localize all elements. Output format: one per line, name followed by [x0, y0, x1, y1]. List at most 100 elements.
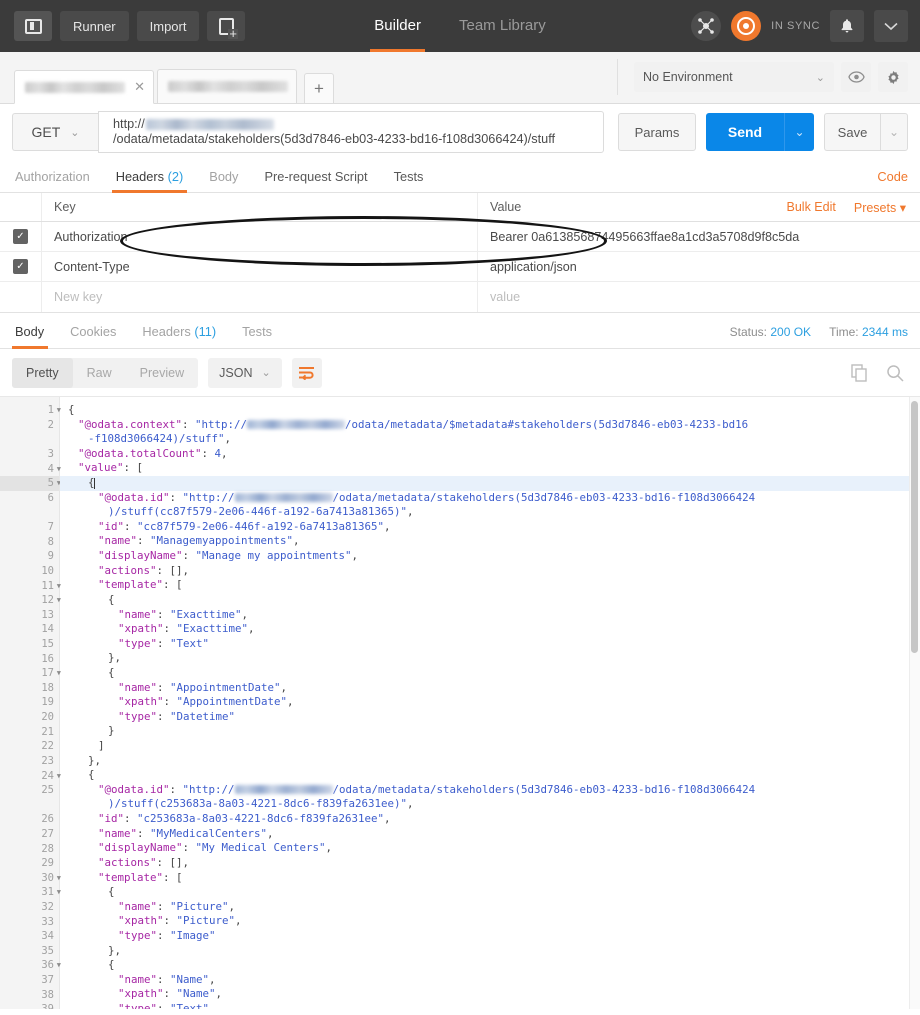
code-line[interactable]: },	[60, 944, 920, 959]
interceptor-icon[interactable]	[691, 11, 722, 41]
code-line[interactable]: "name": "Name",	[60, 973, 920, 988]
code-line[interactable]: },	[60, 754, 920, 769]
code-line[interactable]: "type": "Text"	[60, 637, 920, 652]
import-button[interactable]: Import	[136, 11, 200, 41]
code-line[interactable]: "@odata.context": "http:// /odata/metadat…	[60, 418, 920, 433]
new-header-value-input[interactable]: value	[478, 282, 920, 312]
body-mode-raw[interactable]: Raw	[73, 358, 126, 388]
code-line[interactable]: {	[60, 403, 920, 418]
add-request-tab-button[interactable]: +	[304, 73, 334, 103]
tab-team-library[interactable]: Team Library	[459, 0, 546, 52]
code-line[interactable]: "name": "AppointmentDate",	[60, 681, 920, 696]
copy-response-button[interactable]	[846, 360, 872, 386]
bulk-edit-link[interactable]: Bulk Edit	[787, 200, 854, 214]
code-line[interactable]: "xpath": "Exacttime",	[60, 622, 920, 637]
code-line[interactable]: "actions": [],	[60, 564, 920, 579]
code-line[interactable]: "type": "Text"	[60, 1002, 920, 1009]
code-line[interactable]: )/stuff(c253683a-8a03-4221-8dc6-f839fa26…	[60, 797, 920, 812]
code-line[interactable]: )/stuff(cc87f579-2e06-446f-a192-6a7413a8…	[60, 505, 920, 520]
code-line[interactable]: "name": "Exacttime",	[60, 608, 920, 623]
code-line[interactable]: }	[60, 724, 920, 739]
body-mode-pretty[interactable]: Pretty	[12, 357, 73, 388]
code-line[interactable]: {	[60, 768, 920, 783]
request-url-input[interactable]: http:///odata/metadata/stakeholders(5d3d…	[98, 111, 604, 153]
close-icon[interactable]: ✕	[134, 79, 145, 95]
code-line[interactable]: {	[60, 476, 920, 491]
presets-dropdown[interactable]: Presets ▾	[854, 200, 920, 215]
code-line[interactable]: "id": "cc87f579-2e06-446f-a192-6a7413a81…	[60, 520, 920, 535]
code-scrollbar-thumb[interactable]	[911, 401, 918, 653]
header-row-0-checkbox[interactable]: ✓	[13, 229, 28, 244]
send-options-button[interactable]: ⌄	[784, 113, 814, 151]
code-line[interactable]: "displayName": "Manage my appointments",	[60, 549, 920, 564]
code-line[interactable]: "type": "Datetime"	[60, 710, 920, 725]
body-mode-preview[interactable]: Preview	[126, 358, 198, 388]
code-line[interactable]: "xpath": "Picture",	[60, 914, 920, 929]
response-tab-cookies[interactable]: Cookies	[57, 324, 129, 348]
tab-body[interactable]: Body	[196, 169, 251, 192]
tab-builder[interactable]: Builder	[370, 0, 425, 52]
code-line[interactable]: {	[60, 885, 920, 900]
request-tab-2[interactable]	[157, 69, 297, 103]
code-line[interactable]: },	[60, 651, 920, 666]
gutter-line: 34	[0, 929, 59, 944]
environment-select[interactable]: No Environment ⌄	[634, 62, 834, 92]
code-line[interactable]: "@odata.totalCount": 4,	[60, 447, 920, 462]
code-line[interactable]: "xpath": "Name",	[60, 987, 920, 1002]
code-line[interactable]: "@odata.id": "http:// /odata/metadata/sta…	[60, 491, 920, 506]
save-button[interactable]: Save	[824, 113, 880, 151]
request-tab-1[interactable]: ✕	[14, 70, 154, 104]
tab-authorization[interactable]: Authorization	[12, 169, 103, 192]
table-row[interactable]: ✓ Authorization Bearer 0a613856874495663…	[0, 222, 920, 252]
word-wrap-button[interactable]	[291, 357, 322, 388]
sync-status-icon[interactable]	[731, 11, 762, 41]
code-line[interactable]: -f108d3066424)/stuff",	[60, 432, 920, 447]
save-options-button[interactable]: ⌄	[880, 113, 908, 151]
environment-quick-look-button[interactable]	[841, 62, 871, 92]
new-header-key-input[interactable]: New key	[42, 282, 478, 312]
code-line[interactable]: "id": "c253683a-8a03-4221-8dc6-f839fa263…	[60, 812, 920, 827]
account-menu-button[interactable]	[874, 10, 908, 42]
table-row[interactable]: ✓ Content-Type application/json	[0, 252, 920, 282]
header-row-1-checkbox[interactable]: ✓	[13, 259, 28, 274]
tab-pre-request-script[interactable]: Pre-request Script	[251, 169, 380, 192]
code-line[interactable]: "name": "Picture",	[60, 900, 920, 915]
code-content[interactable]: {"@odata.context": "http:///odata/metada…	[60, 397, 920, 1009]
notifications-button[interactable]	[830, 10, 864, 42]
code-line[interactable]: {	[60, 958, 920, 973]
response-body-viewer[interactable]: 1 ▼ 2 3 4 ▼ 5 ▼ 6 7 8 9 10 11 ▼ 12 ▼ 13 14 15 16 17 ▼ 18 19 20 21 2…	[0, 397, 920, 1009]
code-line[interactable]: "template": [	[60, 578, 920, 593]
tab-headers[interactable]: Headers (2)	[103, 169, 197, 193]
code-line[interactable]: "type": "Image"	[60, 929, 920, 944]
send-button[interactable]: Send	[706, 113, 784, 151]
tab-tests[interactable]: Tests	[381, 169, 437, 192]
header-row-1-value[interactable]: application/json	[478, 252, 920, 281]
code-line[interactable]: "template": [	[60, 871, 920, 886]
code-line[interactable]: "xpath": "AppointmentDate",	[60, 695, 920, 710]
header-row-1-key[interactable]: Content-Type	[42, 252, 478, 281]
table-row-new[interactable]: New key value	[0, 282, 920, 312]
header-row-0-key[interactable]: Authorization	[42, 222, 478, 251]
response-tab-headers[interactable]: Headers (11)	[129, 324, 229, 348]
code-line[interactable]: "name": "MyMedicalCenters",	[60, 827, 920, 842]
code-line[interactable]: "name": "Managemyappointments",	[60, 534, 920, 549]
response-tab-body[interactable]: Body	[12, 324, 57, 349]
environment-settings-button[interactable]	[878, 62, 908, 92]
code-link[interactable]: Code	[877, 169, 908, 192]
code-line[interactable]: "actions": [],	[60, 856, 920, 871]
code-line[interactable]: {	[60, 593, 920, 608]
code-line[interactable]: "displayName": "My Medical Centers",	[60, 841, 920, 856]
sidebar-toggle-button[interactable]	[14, 11, 52, 41]
code-line[interactable]: {	[60, 666, 920, 681]
runner-button[interactable]: Runner	[60, 11, 129, 41]
response-tab-tests[interactable]: Tests	[229, 324, 285, 348]
code-line[interactable]: "@odata.id": "http:// /odata/metadata/sta…	[60, 783, 920, 798]
code-line[interactable]: "value": [	[60, 461, 920, 476]
code-line[interactable]: ]	[60, 739, 920, 754]
header-row-0-value[interactable]: Bearer 0a613856874495663ffae8a1cd3a5708d…	[478, 222, 920, 251]
body-format-select[interactable]: JSON ⌄	[208, 357, 282, 388]
http-method-select[interactable]: GET ⌄	[12, 113, 98, 151]
search-response-button[interactable]	[882, 360, 908, 386]
new-window-button[interactable]	[207, 11, 246, 41]
params-button[interactable]: Params	[618, 113, 696, 151]
